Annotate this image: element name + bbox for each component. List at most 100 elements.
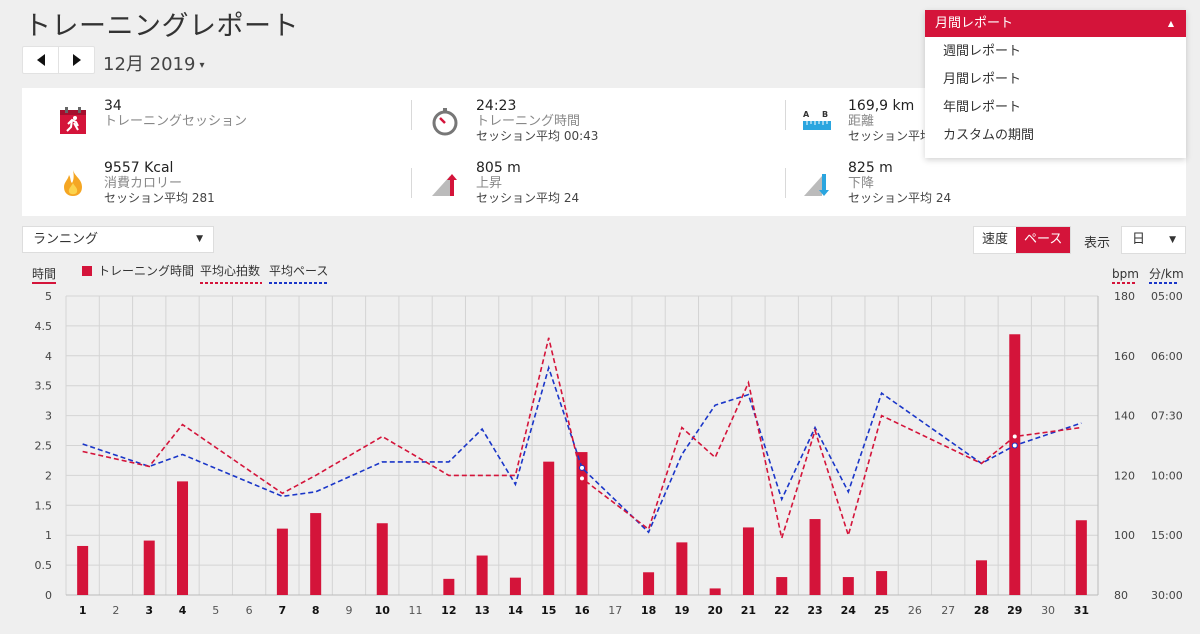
descent-icon [804,174,829,196]
x-tick-label: 26 [908,604,922,617]
x-tick-label: 12 [441,604,456,617]
report-type-selected[interactable]: 月間レポート ▲ [925,10,1186,37]
next-period-button[interactable] [58,47,94,73]
divider [785,168,786,198]
x-tick-label: 11 [409,604,423,617]
x-tick-label: 28 [974,604,989,617]
legend-swatch-training-time [82,266,92,276]
training-time-bar [443,578,455,595]
y-tick-label: 1.5 [35,499,53,512]
training-time-bar [509,577,521,595]
calories-value: 9557 Kcal [104,160,174,176]
training-time-bar [77,545,89,595]
training-time-bar [1075,520,1087,595]
legend-avg-heart-rate: 平均心拍数 [200,263,260,278]
descent-average: セッション平均 24 [848,191,952,205]
training-time-bar [742,527,754,595]
flame-icon [64,170,82,196]
x-tick-label: 9 [345,604,352,617]
training-time-bar [177,481,189,595]
training-chart: 0 0.5 1 1.5 2 2.5 3 3.5 4 4.5 5 80 30:00 100 15:00 120 1… [0,258,1200,634]
caret-down-icon: ▾ [199,59,205,71]
svg-text:A: A [803,110,810,119]
x-tick-label: 25 [874,604,889,617]
calories-label: 消費カロリー [104,176,183,191]
x-tick-label: 6 [246,604,253,617]
sport-select-value: ランニング [33,232,99,247]
divider [411,100,412,130]
pace-tick-label: 06:00 [1151,350,1183,363]
x-tick-label: 19 [674,604,689,617]
x-tick-label: 8 [312,604,320,617]
period-label: 12月 2019 [103,54,196,75]
right-axis-title-pace: 分/km [1149,267,1184,281]
pace-point [1011,442,1018,449]
report-option-yearly[interactable]: 年間レポート [925,94,1186,122]
x-tick-label: 24 [841,604,857,617]
report-option-monthly[interactable]: 月間レポート [925,66,1186,94]
y-tick-label: 1 [45,529,52,542]
legend-avg-pace: 平均ペース [269,264,328,278]
y-tick-label: 0 [45,589,52,602]
bpm-tick-label: 140 [1114,410,1135,423]
ascent-average: セッション平均 24 [476,191,580,205]
period-navigator [22,46,95,74]
pace-tick-label: 10:00 [1151,469,1183,482]
heart-rate-point [1011,433,1018,440]
x-tick-label: 15 [541,604,556,617]
x-tick-label: 1 [79,604,87,617]
x-tick-label: 31 [1074,604,1089,617]
training-time-bar [709,588,721,595]
training-time-bar [842,577,854,595]
stopwatch-icon [432,108,458,136]
training-time-bar [1009,334,1021,595]
pace-tick-label: 30:00 [1151,589,1183,602]
training-time-bar [676,542,688,595]
training-time-bar [576,452,588,595]
training-time-bar [143,540,155,595]
training-time-bar [543,461,555,595]
previous-period-button[interactable] [23,47,58,73]
display-interval-select[interactable]: 日 ▼ [1121,226,1186,254]
report-option-weekly[interactable]: 週間レポート [925,38,1186,66]
pace-tick-label: 05:00 [1151,290,1183,303]
training-time-bar [876,571,888,595]
sport-select[interactable]: ランニング ▼ [22,226,214,253]
pace-tick-label: 07:30 [1151,410,1183,423]
y-tick-label: 3.5 [35,380,53,393]
caret-up-icon: ▲ [1167,19,1174,28]
x-tick-label: 17 [608,604,622,617]
legend-training-time: トレーニング時間 [98,264,194,278]
pace-toggle-button[interactable]: ペース [1016,227,1071,253]
training-time-bar [809,519,821,595]
x-tick-label: 7 [279,604,287,617]
report-type-dropdown: 月間レポート ▲ 週間レポート 月間レポート 年間レポート カスタムの期間 [925,10,1186,158]
descent-value: 825 m [848,160,893,176]
training-time-bar [975,560,987,595]
calendar-run-icon [60,107,86,134]
duration-label: トレーニング時間 [476,114,581,129]
speed-toggle-button[interactable]: 速度 [974,227,1016,253]
training-time-bar [376,523,388,595]
heart-rate-point [579,475,585,482]
x-tick-label: 18 [641,604,656,617]
y-tick-label: 5 [45,290,52,303]
divider [785,100,786,130]
bpm-tick-label: 100 [1114,529,1135,542]
chart-canvas: 00.511.522.533.544.5580 30:00100 15:00120 1… [32,263,1184,617]
x-tick-label: 22 [774,604,789,617]
divider [411,168,412,198]
y-tick-label: 4 [45,350,52,363]
report-type-selected-label: 月間レポート [935,16,1014,31]
y-tick-label: 2 [45,469,52,482]
y-tick-label: 2.5 [35,440,53,453]
sessions-label: トレーニングセッション [104,114,248,129]
x-tick-label: 2 [112,604,119,617]
x-tick-label: 23 [807,604,822,617]
x-tick-label: 27 [941,604,955,617]
x-tick-label: 20 [708,604,724,617]
period-picker[interactable]: 12月 2019 ▾ [103,50,204,76]
report-option-custom[interactable]: カスタムの期間 [925,122,1186,150]
training-time-bar [276,528,288,595]
ascent-value: 805 m [476,160,521,176]
